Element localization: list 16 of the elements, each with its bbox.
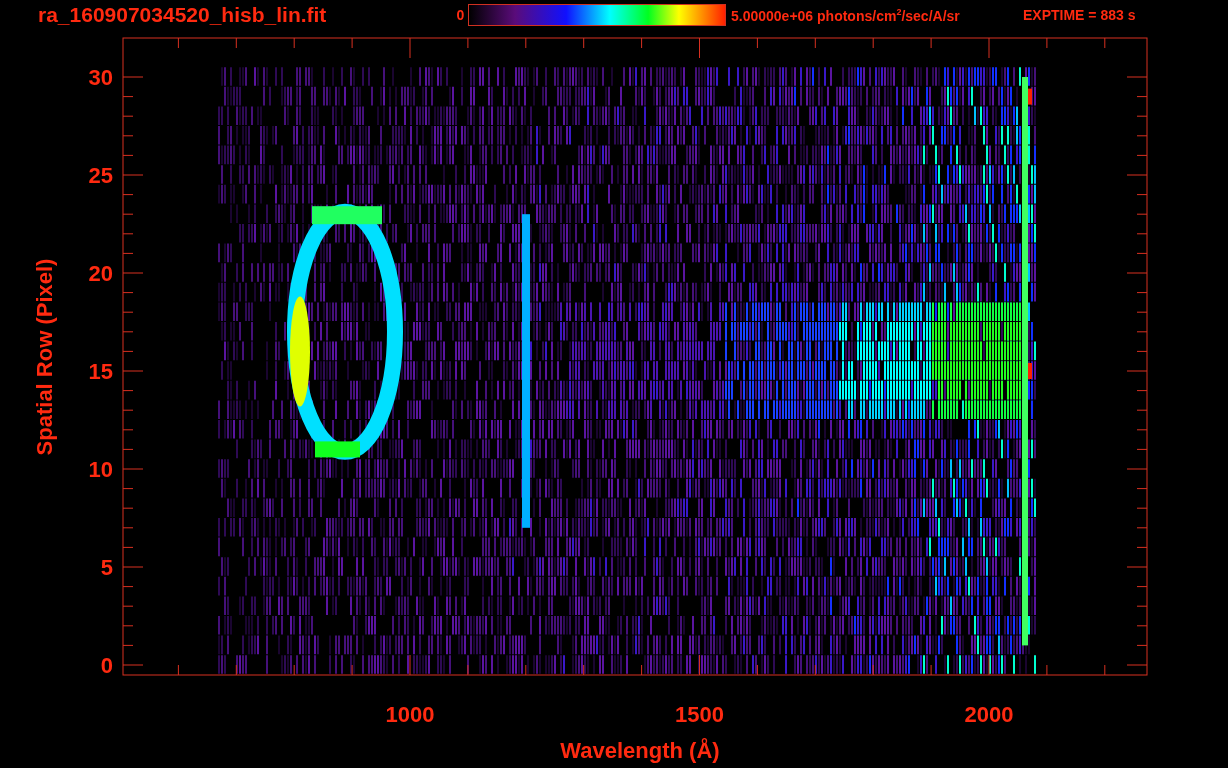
- file-title: ra_160907034520_hisb_lin.fit: [38, 3, 328, 27]
- y-tick-label: 5: [100, 555, 113, 580]
- y-tick-label: 30: [88, 65, 113, 90]
- y-axis-label: Spatial Row (Pixel): [32, 258, 57, 456]
- x-axis-label: Wavelength (Å): [560, 738, 720, 763]
- x-tick-label: 1500: [675, 702, 724, 727]
- colorbar-max-label: 5.00000e+06 photons/cm$^{2}$/sec/A/sr: [731, 6, 961, 24]
- y-tick-label: 15: [88, 359, 113, 384]
- exposure-time: EXPTIME = 883 s: [1023, 7, 1136, 23]
- colorbar-min-label: 0: [455, 7, 466, 23]
- x-tick-label: 1000: [385, 702, 435, 727]
- y-tick-label: 20: [88, 261, 113, 286]
- y-tick-label: 0: [100, 653, 113, 678]
- y-tick-label: 25: [88, 163, 113, 188]
- x-tick-label: 2000: [964, 702, 1014, 727]
- y-tick-label: 10: [88, 457, 113, 482]
